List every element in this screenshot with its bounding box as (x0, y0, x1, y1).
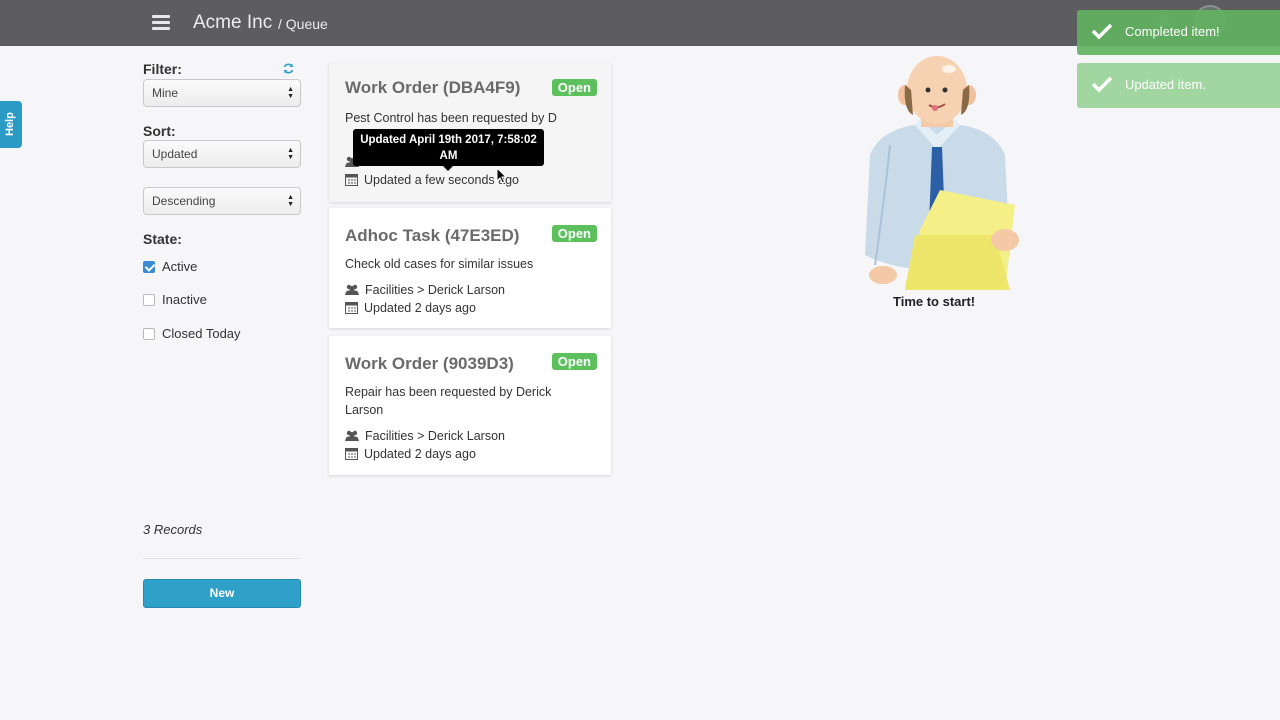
card-updated-text[interactable]: Updated 2 days ago (364, 301, 476, 315)
users-icon (345, 284, 359, 295)
brand-name[interactable]: Acme Inc (193, 12, 272, 34)
order-select-value: Descending (152, 194, 216, 208)
records-count: 3 Records (143, 522, 203, 537)
businessman-illustration (865, 56, 1019, 290)
state-active-label: Active (162, 259, 198, 274)
help-label: Help (4, 112, 16, 136)
sort-select-value: Updated (152, 147, 198, 161)
card-updated: Updated 2 days ago (345, 301, 476, 315)
card-updated-text[interactable]: Updated 2 days ago (364, 447, 476, 461)
sort-label: Sort: (143, 123, 176, 139)
queue-card[interactable]: Adhoc Task (47E3ED) Open Check old cases… (329, 208, 611, 328)
card-description: Pest Control has been requested by D (345, 111, 557, 125)
tooltip-line-1: Updated April 19th 2017, 7:58:02 (360, 134, 537, 146)
card-updated: Updated a few seconds ago (345, 173, 519, 187)
state-label: State: (143, 231, 182, 247)
card-group: Facilities > Derick Larson (345, 429, 505, 443)
tooltip-line-2: AM (439, 150, 458, 162)
users-icon (345, 430, 359, 441)
calendar-icon (345, 174, 358, 186)
state-closed-today-checkbox[interactable]: Closed Today (143, 326, 241, 341)
card-description: Check old cases for similar issues (345, 257, 534, 271)
checkmark-icon (1091, 23, 1113, 40)
checkmark-icon (1091, 76, 1113, 93)
new-button[interactable]: New (143, 579, 301, 608)
checkbox-unchecked[interactable] (143, 294, 155, 306)
card-updated: Updated 2 days ago (345, 447, 476, 461)
status-badge: Open (551, 79, 597, 96)
card-group-text: Facilities > Derick Larson (365, 429, 505, 443)
order-select[interactable]: Descending ▲ ▼ (143, 187, 301, 215)
card-title: Work Order (DBA4F9) (345, 78, 521, 97)
queue-card[interactable]: Work Order (9039D3) Open Repair has been… (329, 336, 611, 475)
state-active-checkbox[interactable]: Active (143, 259, 197, 274)
toast-message: Completed item! (1125, 24, 1220, 39)
state-closed-today-label: Closed Today (162, 326, 241, 341)
select-arrows-icon: ▲ ▼ (287, 147, 294, 161)
status-badge: Open (551, 353, 597, 370)
divider (143, 558, 301, 559)
breadcrumb: / Queue (278, 16, 328, 32)
toast-notification[interactable]: Completed item! (1077, 10, 1280, 55)
refresh-icon[interactable] (282, 62, 295, 75)
toast-notification[interactable]: Updated item. (1077, 63, 1280, 108)
state-inactive-label: Inactive (162, 292, 207, 307)
sort-select[interactable]: Updated ▲ ▼ (143, 140, 301, 168)
card-title: Work Order (9039D3) (345, 354, 514, 373)
calendar-icon (345, 448, 358, 460)
card-description: Repair has been requested by Derick Lars… (345, 385, 552, 417)
checkbox-unchecked[interactable] (143, 328, 155, 340)
checkbox-checked[interactable] (143, 261, 155, 273)
hamburger-menu-icon[interactable] (152, 15, 170, 31)
calendar-icon (345, 302, 358, 314)
status-badge: Open (551, 225, 597, 242)
filter-select[interactable]: Mine ▲ ▼ (143, 79, 301, 107)
help-tab[interactable]: Help (0, 101, 22, 148)
toast-message: Updated item. (1125, 77, 1206, 92)
card-title: Adhoc Task (47E3ED) (345, 226, 520, 245)
card-group-text: Facilities > Derick Larson (365, 283, 505, 297)
select-arrows-icon: ▲ ▼ (287, 86, 294, 100)
empty-state-caption: Time to start! (893, 294, 976, 309)
mouse-cursor-icon (496, 167, 508, 184)
filter-label: Filter: (143, 61, 182, 77)
timestamp-tooltip: Updated April 19th 2017, 7:58:02 AM (353, 129, 544, 171)
card-group: Facilities > Derick Larson (345, 283, 505, 297)
filter-select-value: Mine (152, 86, 179, 100)
select-arrows-icon: ▲ ▼ (287, 194, 294, 208)
state-inactive-checkbox[interactable]: Inactive (143, 292, 207, 307)
